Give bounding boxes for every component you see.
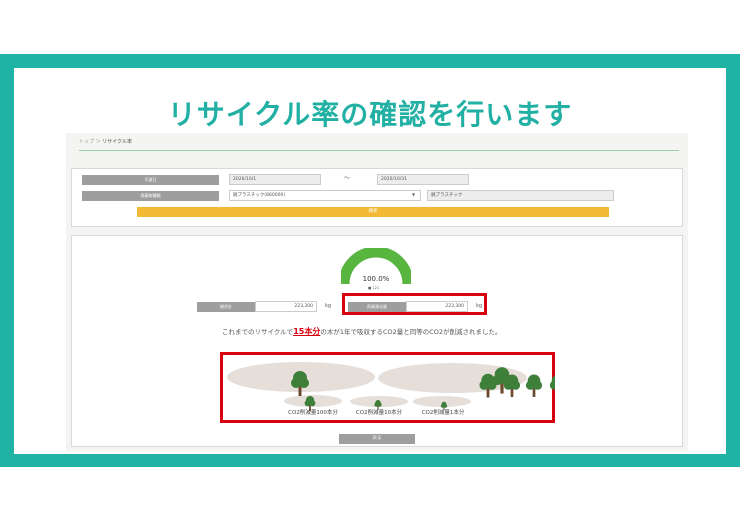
recycled-highlight-box	[342, 293, 487, 315]
legend-100-trees: CO2削減量100本分	[288, 410, 338, 416]
search-button[interactable]: 検索	[137, 207, 609, 217]
result-panel: 100.0% ■ 121 総合計 223,300 kg 再資源化量 223,30…	[71, 235, 683, 447]
message-highlight: 15本分	[293, 327, 321, 336]
back-button[interactable]: 戻る	[339, 434, 415, 444]
breadcrumb-home[interactable]: トップ	[79, 139, 94, 145]
slide: リサイクル率の確認を行います トップ ＞ リサイクル率 引渡日 2020/10/…	[0, 0, 740, 523]
breadcrumb-current: リサイクル率	[102, 139, 132, 145]
material-name-field: 廃プラスチック	[427, 190, 614, 201]
total-label: 総合計	[197, 302, 255, 312]
range-separator: 〜	[344, 175, 351, 182]
slide-headline: リサイクル率の確認を行います	[167, 98, 573, 131]
co2-message: これまでのリサイクルで15本分の木が1年で吸収するCO2量と同等のCO2が削減さ…	[222, 326, 502, 337]
gauge-percent: 100.0%	[362, 275, 390, 283]
date-to-input[interactable]: 2020/10/31	[377, 174, 469, 185]
breadcrumb-separator: ＞	[95, 139, 101, 145]
material-label: 廃棄物種類	[82, 191, 219, 201]
app-screenshot: トップ ＞ リサイクル率 引渡日 2020/10/1 〜 2020/10/31 …	[66, 133, 688, 451]
legend-1-tree: CO2削減量1本分	[421, 410, 465, 416]
material-select[interactable]: 廃プラスチック(860000)	[229, 190, 421, 201]
chevron-down-icon: ▼	[412, 192, 416, 197]
filter-panel: 引渡日 2020/10/1 〜 2020/10/31 廃棄物種類 廃プラスチック…	[71, 168, 683, 227]
message-before: これまでのリサイクルで	[222, 328, 294, 336]
breadcrumb-divider	[79, 150, 679, 151]
total-unit: kg	[325, 303, 332, 309]
tree-icon	[291, 371, 309, 396]
date-from-input[interactable]: 2020/10/1	[229, 174, 321, 185]
tree-icon	[549, 375, 555, 390]
breadcrumb: トップ ＞ リサイクル率	[79, 138, 132, 145]
period-label: 引渡日	[82, 175, 219, 185]
legend-10-trees: CO2削減量10本分	[355, 410, 403, 416]
material-select-value: 廃プラスチック(860000)	[233, 193, 286, 198]
tree-icon	[525, 374, 543, 397]
total-value: 223,300	[255, 301, 317, 312]
message-after: の木が1年で吸収するCO2量と同等のCO2が削減されました。	[320, 328, 502, 336]
gauge-legend: ■ 121	[368, 286, 380, 290]
